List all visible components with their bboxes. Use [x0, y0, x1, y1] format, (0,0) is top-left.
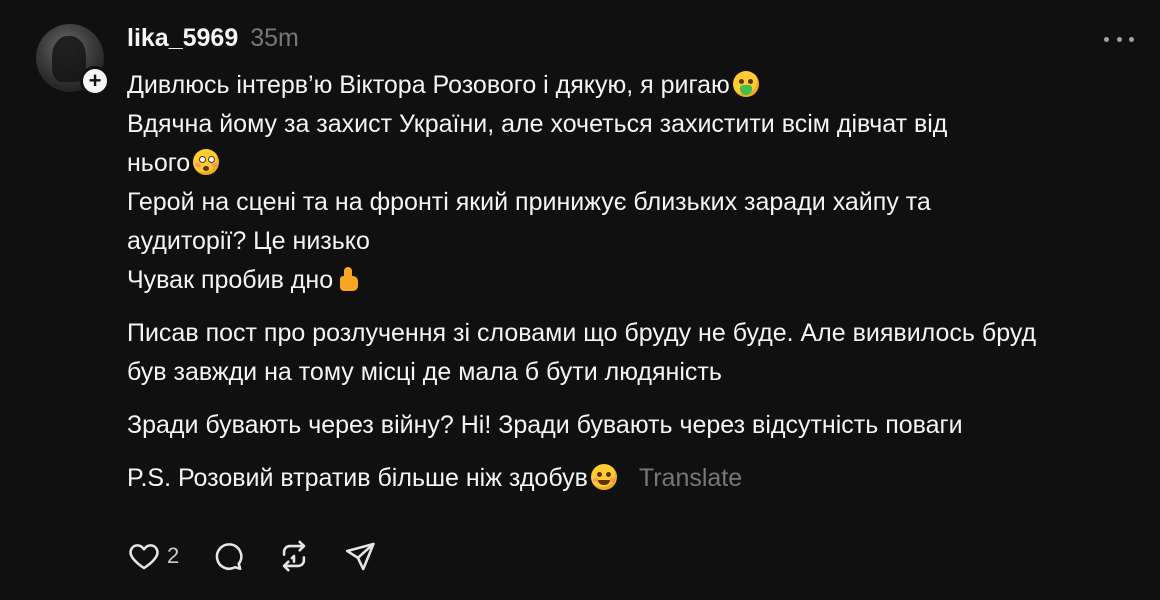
- line-text: Вдячна йому за захист України, але хочет…: [127, 110, 948, 138]
- text-line: Вдячна йому за захист України, але хочет…: [127, 105, 1147, 144]
- repost-icon: [283, 540, 306, 572]
- text-line: Чувак пробив дно: [127, 261, 1147, 300]
- text-line: Герой на сцені та на фронті який принижу…: [127, 183, 1147, 222]
- smiling-face-emoji-icon: [590, 464, 617, 490]
- threads-post: + lika_5969 35m Дивлюсь інтерв’ю Віктора…: [0, 0, 1160, 600]
- flushed-face-emoji-icon: [193, 149, 220, 175]
- text-line: був завжди на тому місці де мала б бути …: [127, 353, 1147, 392]
- thumbs-up-emoji-icon: [336, 266, 362, 292]
- text-line: Писав пост про розлучення зі словами що …: [127, 314, 1147, 353]
- post-body: Дивлюсь інтерв’ю Віктора Розового і дяку…: [127, 66, 1147, 498]
- text-line: P.S. Розовий втратив більше ніж здобув Tr…: [127, 459, 1147, 498]
- avatar-container[interactable]: +: [36, 24, 110, 96]
- timestamp: 35m: [250, 24, 299, 52]
- paragraph: Зради бувають через війну? Ні! Зради був…: [127, 406, 1147, 445]
- action-bar: 2: [127, 538, 409, 574]
- line-text: аудиторії? Це низько: [127, 227, 370, 255]
- post-header: lika_5969 35m: [127, 24, 299, 53]
- face-vomiting-emoji-icon: [732, 71, 759, 97]
- line-text: Писав пост про розлучення зі словами що …: [127, 319, 1037, 347]
- paragraph: Писав пост про розлучення зі словами що …: [127, 314, 1147, 392]
- translate-link[interactable]: Translate: [639, 464, 742, 492]
- line-text: Дивлюсь інтерв’ю Віктора Розового і дяку…: [127, 71, 730, 99]
- more-options-icon[interactable]: [1104, 26, 1134, 52]
- comment-icon: [215, 543, 243, 571]
- send-icon: [346, 542, 375, 571]
- text-line: Зради бувають через війну? Ні! Зради був…: [127, 406, 1147, 445]
- repost-button[interactable]: [277, 539, 311, 573]
- line-text: Чувак пробив дно: [127, 266, 334, 294]
- line-text: Герой на сцені та на фронті який принижу…: [127, 188, 931, 216]
- line-text: був завжди на тому місці де мала б бути …: [127, 358, 722, 386]
- like-count: 2: [167, 543, 180, 568]
- text-line: нього: [127, 144, 1147, 183]
- more-dot: [1104, 36, 1109, 42]
- text-line: Дивлюсь інтерв’ю Віктора Розового і дяку…: [127, 66, 1147, 105]
- line-text: P.S. Розовий втратив більше ніж здобув: [127, 464, 588, 492]
- line-text: нього: [127, 149, 191, 177]
- more-dot: [1116, 36, 1122, 42]
- paragraph: P.S. Розовий втратив більше ніж здобув Tr…: [127, 459, 1147, 498]
- like-button[interactable]: 2: [127, 539, 179, 573]
- share-button[interactable]: [343, 539, 377, 573]
- more-dot: [1129, 36, 1134, 42]
- line-text: Зради бувають через війну? Ні! Зради був…: [127, 411, 963, 439]
- reply-button[interactable]: [211, 539, 245, 573]
- heart-icon: [129, 544, 159, 570]
- username[interactable]: lika_5969: [127, 24, 238, 53]
- text-line: аудиторії? Це низько: [127, 222, 1147, 261]
- follow-plus-icon[interactable]: +: [80, 66, 110, 96]
- paragraph: Дивлюсь інтерв’ю Віктора Розового і дяку…: [127, 66, 1147, 300]
